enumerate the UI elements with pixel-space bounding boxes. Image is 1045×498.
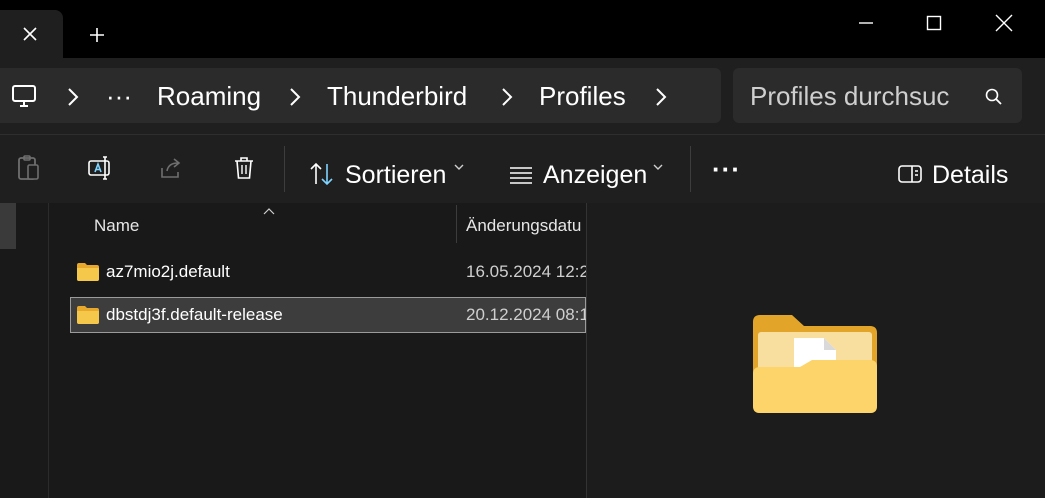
breadcrumb-ellipsis[interactable]: ··· [106,78,132,114]
chevron-down-icon[interactable] [652,160,664,172]
search-icon[interactable] [984,87,1004,107]
rename-icon[interactable] [84,152,116,184]
file-row-selected[interactable]: dbstdj3f.default-release 20.12.2024 08:1 [70,297,586,333]
toolbar-separator [284,146,285,192]
file-name: az7mio2j.default [106,262,230,281]
large-folder-icon [750,312,880,416]
details-pane-icon[interactable] [894,158,926,190]
search-placeholder[interactable]: Profiles durchsuc [750,78,965,114]
chevron-right-icon[interactable] [652,86,670,108]
navigation-selected-item[interactable] [0,203,16,249]
file-name: dbstdj3f.default-release [106,305,283,324]
file-row[interactable]: az7mio2j.default 16.05.2024 12:2 [70,254,586,290]
column-separator[interactable] [456,205,457,243]
folder-icon [76,262,100,282]
new-tab-button[interactable] [84,22,110,48]
column-header-modified[interactable]: Änderungsdatu [466,210,586,242]
file-modified: 16.05.2024 12:2 [466,262,586,281]
details-button[interactable]: Details [932,158,1008,192]
computer-icon[interactable] [10,82,38,110]
sort-icon[interactable] [306,158,338,190]
toolbar-separator [690,146,691,192]
minimize-icon[interactable] [846,8,886,38]
sort-button[interactable]: Sortieren [345,158,446,192]
file-modified: 20.12.2024 08:1 [466,305,586,324]
view-icon[interactable] [505,158,537,190]
breadcrumb-roaming[interactable]: Roaming [157,78,261,114]
chevron-right-icon[interactable] [286,86,304,108]
breadcrumb-profiles[interactable]: Profiles [539,78,626,114]
chevron-right-icon[interactable] [498,86,516,108]
file-list[interactable] [48,203,587,498]
sort-ascending-icon [262,202,276,215]
more-options-button[interactable]: ··· [712,152,741,186]
close-window-icon[interactable] [984,8,1024,38]
paste-icon[interactable] [12,152,44,184]
column-header-name[interactable]: Name [94,210,139,242]
delete-icon[interactable] [228,152,260,184]
maximize-icon[interactable] [914,8,954,38]
breadcrumb-thunderbird[interactable]: Thunderbird [327,78,467,114]
chevron-right-icon[interactable] [64,86,82,108]
close-tab-icon[interactable] [18,22,42,46]
view-button[interactable]: Anzeigen [543,158,647,192]
chevron-down-icon[interactable] [453,160,465,172]
title-bar [0,0,1045,58]
folder-icon [76,305,100,325]
share-icon[interactable] [156,152,188,184]
